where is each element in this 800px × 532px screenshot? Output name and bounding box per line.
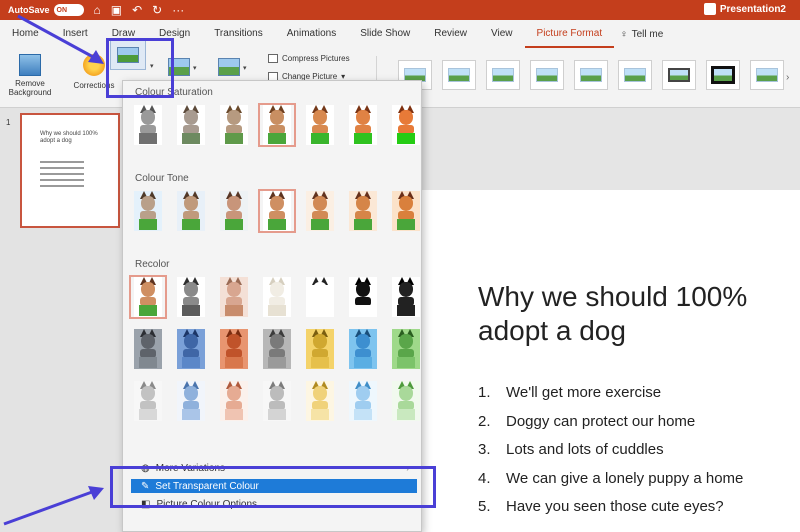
powerpoint-window: AutoSave ON ⌂ ▣ ↶ ↻ ··· Presentation2 Ho… (0, 0, 800, 532)
recolor-option[interactable] (215, 275, 253, 319)
picture-style-6[interactable] (618, 60, 652, 90)
picture-style-8[interactable] (706, 60, 740, 90)
picture-style-3[interactable] (486, 60, 520, 90)
picture-style-4[interactable] (530, 60, 564, 90)
tab-review[interactable]: Review (422, 20, 479, 48)
saturation-option[interactable] (129, 103, 167, 147)
recolor-option[interactable] (301, 379, 339, 423)
tone-option[interactable] (129, 189, 167, 233)
saturation-option[interactable] (258, 103, 296, 147)
recolor-option[interactable] (172, 327, 210, 371)
saturation-option[interactable] (344, 103, 382, 147)
tab-transitions[interactable]: Transitions (202, 20, 275, 48)
list-item: 5. Have you seen those cute eyes? (478, 498, 724, 515)
document-title-text: Presentation2 (719, 3, 786, 15)
recolor-option[interactable] (129, 327, 167, 371)
compress-icon (268, 54, 278, 63)
title-bar: AutoSave ON ⌂ ▣ ↶ ↻ ··· Presentation2 (0, 0, 800, 20)
tone-option[interactable] (215, 189, 253, 233)
recolor-option[interactable] (172, 379, 210, 423)
recolor-option[interactable] (344, 327, 382, 371)
recolor-option[interactable] (387, 275, 425, 319)
chevron-right-icon[interactable]: › (786, 72, 789, 83)
thumb-line (40, 185, 84, 187)
recolor-option[interactable] (344, 275, 382, 319)
recolor-option[interactable] (301, 327, 339, 371)
document-title: Presentation2 (703, 3, 786, 15)
tone-option[interactable] (387, 189, 425, 233)
slide-number: 1 (6, 118, 11, 127)
compress-pictures-label: Compress Pictures (282, 54, 350, 63)
saturation-option[interactable] (301, 103, 339, 147)
thumb-line (40, 173, 84, 175)
recolor-option[interactable] (258, 379, 296, 423)
recolor-option[interactable] (301, 275, 339, 319)
undo-icon[interactable]: ↶ (132, 3, 142, 17)
annotation-box-set-transparent (110, 466, 436, 508)
recolor-option[interactable] (129, 379, 167, 423)
tone-option[interactable] (301, 189, 339, 233)
saturation-option[interactable] (215, 103, 253, 147)
slide-title[interactable]: Why we should 100% adopt a dog (478, 280, 798, 348)
thumb-line (40, 161, 84, 163)
section-recolor: Recolor (135, 259, 170, 270)
more-icon[interactable]: ··· (172, 3, 184, 17)
thumb-line (40, 167, 84, 169)
remove-background-label: Remove Background (8, 79, 52, 97)
recolor-option[interactable] (258, 327, 296, 371)
list-item: 4. We can give a lonely puppy a home (478, 469, 744, 487)
recolor-option[interactable] (258, 275, 296, 319)
annotation-arrow-top (17, 14, 104, 64)
tab-picture-format[interactable]: Picture Format (524, 20, 615, 48)
picture-style-2[interactable] (442, 60, 476, 90)
tone-option[interactable] (344, 189, 382, 233)
saturation-option[interactable] (172, 103, 210, 147)
recolor-option[interactable] (344, 379, 382, 423)
chevron-down-icon: ▾ (193, 65, 197, 72)
color-menu: Colour Saturation Colour Tone Recolor ◍ … (122, 80, 422, 532)
slide-thumbnail-title: Why we should 100% adopt a dog (40, 131, 98, 144)
tab-view[interactable]: View (479, 20, 525, 48)
picture-styles-gallery (398, 60, 784, 90)
lightbulb-icon: ♀ (620, 28, 628, 40)
thumb-line (40, 179, 84, 181)
recolor-option[interactable] (129, 275, 167, 319)
slide-thumbnail[interactable]: Why we should 100% adopt a dog (20, 113, 120, 228)
powerpoint-icon (703, 3, 716, 15)
picture-style-9[interactable] (750, 60, 784, 90)
redo-icon[interactable]: ↻ (152, 3, 162, 17)
picture-style-7[interactable] (662, 60, 696, 90)
tab-slide-show[interactable]: Slide Show (348, 20, 422, 48)
tone-option[interactable] (172, 189, 210, 233)
saturation-grid (129, 103, 425, 147)
slide-bullet-list[interactable]: 1. We'll get more exercise 2. Doggy can pr… (478, 384, 743, 527)
list-item: 2. Doggy can protect our home (478, 412, 696, 430)
tab-animations[interactable]: Animations (275, 20, 348, 48)
tell-me-label: Tell me (631, 28, 664, 40)
list-item: 3. Lots and lots of cuddles (478, 441, 664, 458)
compress-pictures-button[interactable]: Compress Pictures (268, 54, 350, 63)
section-colour-tone: Colour Tone (135, 173, 189, 184)
recolor-grid (129, 275, 425, 423)
annotation-arrow-bottom (3, 486, 104, 526)
picture-style-5[interactable] (574, 60, 608, 90)
recolor-option[interactable] (172, 275, 210, 319)
tone-grid (129, 189, 425, 233)
recolor-option[interactable] (387, 327, 425, 371)
chevron-down-icon: ▾ (243, 65, 247, 72)
recolor-option[interactable] (215, 379, 253, 423)
saturation-option[interactable] (387, 103, 425, 147)
transparency-button[interactable] (218, 58, 240, 76)
recolor-option[interactable] (215, 327, 253, 371)
list-item: 1. We'll get more exercise (478, 384, 662, 401)
tone-option[interactable] (258, 189, 296, 233)
recolor-option[interactable] (387, 379, 425, 423)
tell-me-box[interactable]: ♀ Tell me (614, 29, 663, 40)
